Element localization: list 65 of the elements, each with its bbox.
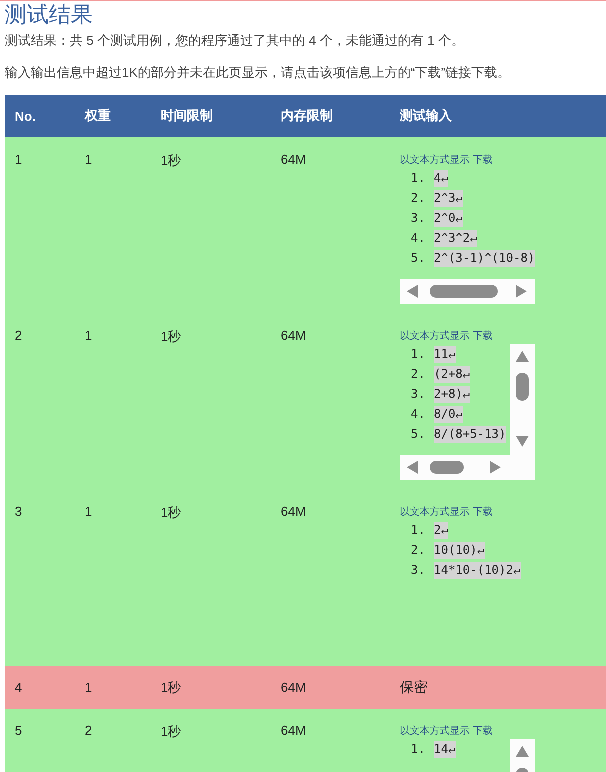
scroll-thumb[interactable] (430, 285, 498, 298)
table-cell: 1秒 (161, 328, 182, 346)
text-link[interactable]: 下载 (473, 329, 493, 343)
left-arrow-icon[interactable] (407, 461, 418, 474)
line-number: 1. (411, 742, 426, 756)
table-cell: 1 (15, 152, 22, 167)
line-number: 2. (411, 543, 426, 557)
table-cell: 2 (15, 328, 22, 343)
horizontal-scrollbar[interactable] (400, 455, 535, 480)
text-link[interactable]: 以文本方式显示 (400, 329, 470, 343)
table-cell: 1秒 (161, 678, 182, 696)
column-header: 内存限制 (281, 107, 333, 125)
table-cell: 64M (281, 328, 306, 343)
up-arrow-icon[interactable] (516, 746, 529, 757)
table-cell: 1秒 (161, 723, 182, 741)
text-link[interactable]: 以文本方式显示 (400, 724, 470, 738)
line-number: 1. (411, 523, 426, 537)
table-cell: 1 (85, 328, 92, 343)
table-cell: 1 (85, 680, 92, 695)
vertical-scrollbar[interactable] (510, 344, 535, 455)
table-cell: 2 (85, 723, 92, 738)
column-header: 权重 (85, 107, 111, 125)
table-cell: 4 (15, 680, 22, 695)
hidden-input-text: 保密 (400, 678, 428, 696)
text-link[interactable]: 下载 (473, 724, 493, 738)
right-arrow-icon[interactable] (516, 285, 527, 298)
right-arrow-icon[interactable] (490, 461, 501, 474)
notice-text: 输入输出信息中超过1K的部分并未在此页显示，请点击该项信息上方的“下载”链接下载。 (5, 64, 512, 82)
horizontal-scrollbar[interactable] (400, 279, 535, 304)
scroll-thumb[interactable] (516, 768, 529, 772)
line-number: 1. (411, 347, 426, 361)
line-number: 4. (411, 231, 426, 245)
left-arrow-icon[interactable] (407, 285, 418, 298)
table-cell: 1 (85, 504, 92, 519)
down-arrow-icon[interactable] (516, 436, 529, 447)
line-number: 3. (411, 211, 426, 225)
text-link[interactable]: 下载 (473, 153, 493, 167)
table-cell: 3 (15, 504, 22, 519)
scroll-thumb[interactable] (430, 461, 464, 474)
table-cell: 5 (15, 723, 22, 738)
text-link[interactable]: 下载 (473, 505, 493, 519)
line-number: 3. (411, 387, 426, 401)
table-cell: 64M (281, 504, 306, 519)
line-number: 4. (411, 407, 426, 421)
line-number: 1. (411, 171, 426, 185)
up-arrow-icon[interactable] (516, 351, 529, 362)
scroll-thumb[interactable] (516, 373, 529, 401)
table-cell: 1秒 (161, 152, 182, 170)
line-number: 2. (411, 191, 426, 205)
summary-text: 测试结果：共 5 个测试用例，您的程序通过了其中的 4 个，未能通过的有 1 个。 (5, 32, 466, 50)
table-cell: 1 (85, 152, 92, 167)
table-cell: 64M (281, 152, 306, 167)
text-link[interactable]: 以文本方式显示 (400, 505, 470, 519)
column-header: 时间限制 (161, 107, 213, 125)
page-title: 测试结果 (5, 1, 94, 29)
line-number: 5. (411, 427, 426, 441)
text-link[interactable]: 以文本方式显示 (400, 153, 470, 167)
line-number: 5. (411, 251, 426, 265)
table-cell: 1秒 (161, 504, 182, 522)
line-number: 3. (411, 563, 426, 577)
column-header: 测试输入 (400, 107, 452, 125)
column-header: No. (15, 108, 36, 124)
line-number: 2. (411, 367, 426, 381)
table-cell: 64M (281, 723, 306, 738)
table-cell: 64M (281, 680, 306, 695)
